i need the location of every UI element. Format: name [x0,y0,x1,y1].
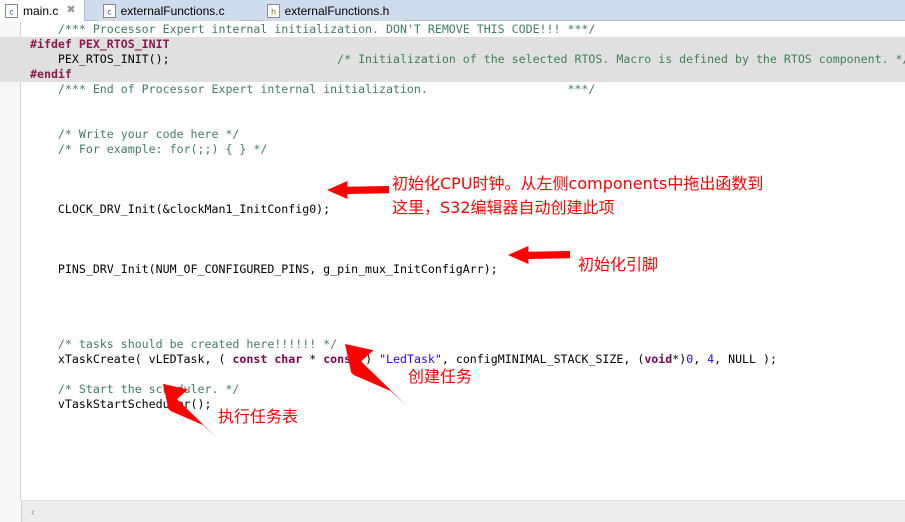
arrow-to-scheduler [163,384,217,438]
source-code[interactable]: /*** Processor Expert internal initializ… [0,22,905,500]
code-line[interactable]: #endif [0,67,905,82]
code-line[interactable] [26,247,905,262]
arrow-to-create-task [345,344,407,406]
code-line[interactable]: /*** Processor Expert internal initializ… [26,22,905,37]
token-plain: *) [672,352,687,366]
code-line[interactable]: /* tasks should be created here!!!!!! */ [26,337,905,352]
token-preproc: #endif [30,67,72,81]
token-comment: /* Initialization of the selected RTOS. … [337,52,905,66]
horizontal-scrollbar[interactable]: ‹ [22,500,905,522]
scroll-left-button[interactable]: ‹ [22,501,44,522]
c-file-icon: c [102,3,116,18]
annotation-create-task: 创建任务 [408,367,473,386]
close-icon[interactable]: ✖ [66,5,75,16]
token-plain: PINS_DRV_Init(NUM_OF_CONFIGURED_PINS, g_… [57,262,498,276]
code-editor[interactable]: /*** Processor Expert internal initializ… [0,22,905,500]
editor-tab-main-c[interactable]: c main.c ✖ [0,0,85,21]
token-keyword: void [644,352,673,366]
code-line[interactable]: #ifdef PEX_RTOS_INIT [0,37,905,52]
token-plain: CLOCK_DRV_Init(&clockMan1_InitConfig0); [57,202,331,216]
token-comment: /*** Processor Expert internal initializ… [57,22,596,36]
token-plain: xTaskCreate( vLEDTask, ( [57,352,233,366]
token-comment: /* tasks should be created here!!!!!! */ [57,337,338,351]
token-plain: , NULL ); [714,352,777,366]
code-line[interactable] [26,277,905,292]
code-line[interactable] [26,232,905,247]
c-file-icon: c [5,3,18,18]
token-plain: * [302,352,324,366]
tab-label: externalFunctions.h [284,3,390,18]
annotation-clock-init: 初始化CPU时钟。从左侧components中拖出函数到 这里，S32编辑器自动… [392,174,764,217]
token-preproc: #ifdef PEX_RTOS_INIT [30,37,170,51]
editor-tab-externalFunctions-h[interactable]: h externalFunctions.h [262,0,404,21]
code-line[interactable]: PEX_RTOS_INIT(); /* Initialization of th… [0,52,905,67]
code-line[interactable] [26,307,905,322]
token-plain: PEX_RTOS_INIT(); [57,52,170,66]
code-line[interactable] [26,322,905,337]
svg-text:c: c [9,7,13,16]
code-line[interactable]: /*** End of Processor Expert internal in… [26,82,905,97]
token-comment: /* Write your code here */ [57,127,240,141]
token-comment: /* For example: for(;;) { } */ [57,142,268,156]
arrow-to-pins-init [508,245,570,265]
h-file-icon: h [266,3,280,18]
editor-window: c main.c ✖ c externalFunctions.c h externalFun… [0,0,905,522]
annotation-run-task-list: 执行任务表 [218,407,299,426]
code-line[interactable] [26,292,905,307]
code-line[interactable] [26,112,905,127]
editor-tab-externalFunctions-c[interactable]: c externalFunctions.c [98,0,239,21]
arrow-to-clock-init [327,180,389,200]
tab-label: externalFunctions.c [120,3,225,18]
tab-label: main.c [23,3,59,18]
code-line[interactable] [26,157,905,172]
code-line[interactable]: vTaskStartScheduler(); [26,397,905,412]
code-line[interactable]: /* For example: for(;;) { } */ [26,142,905,157]
token-comment: /*** End of Processor Expert internal in… [57,82,596,96]
token-plain: , configMINIMAL_STACK_SIZE, ( [441,352,645,366]
token-keyword: const char [232,352,303,366]
token-plain: , [693,352,708,366]
code-line[interactable] [26,97,905,112]
code-line[interactable]: /* Write your code here */ [26,127,905,142]
line-number-gutter [0,22,21,500]
scrollbar-corner [0,500,22,522]
svg-text:c: c [107,7,111,16]
svg-text:h: h [271,7,276,16]
annotation-pins-init: 初始化引脚 [578,255,659,274]
editor-tab-bar: c main.c ✖ c externalFunctions.c h externalFun… [0,0,905,21]
code-line[interactable]: PINS_DRV_Init(NUM_OF_CONFIGURED_PINS, g_… [26,262,905,277]
